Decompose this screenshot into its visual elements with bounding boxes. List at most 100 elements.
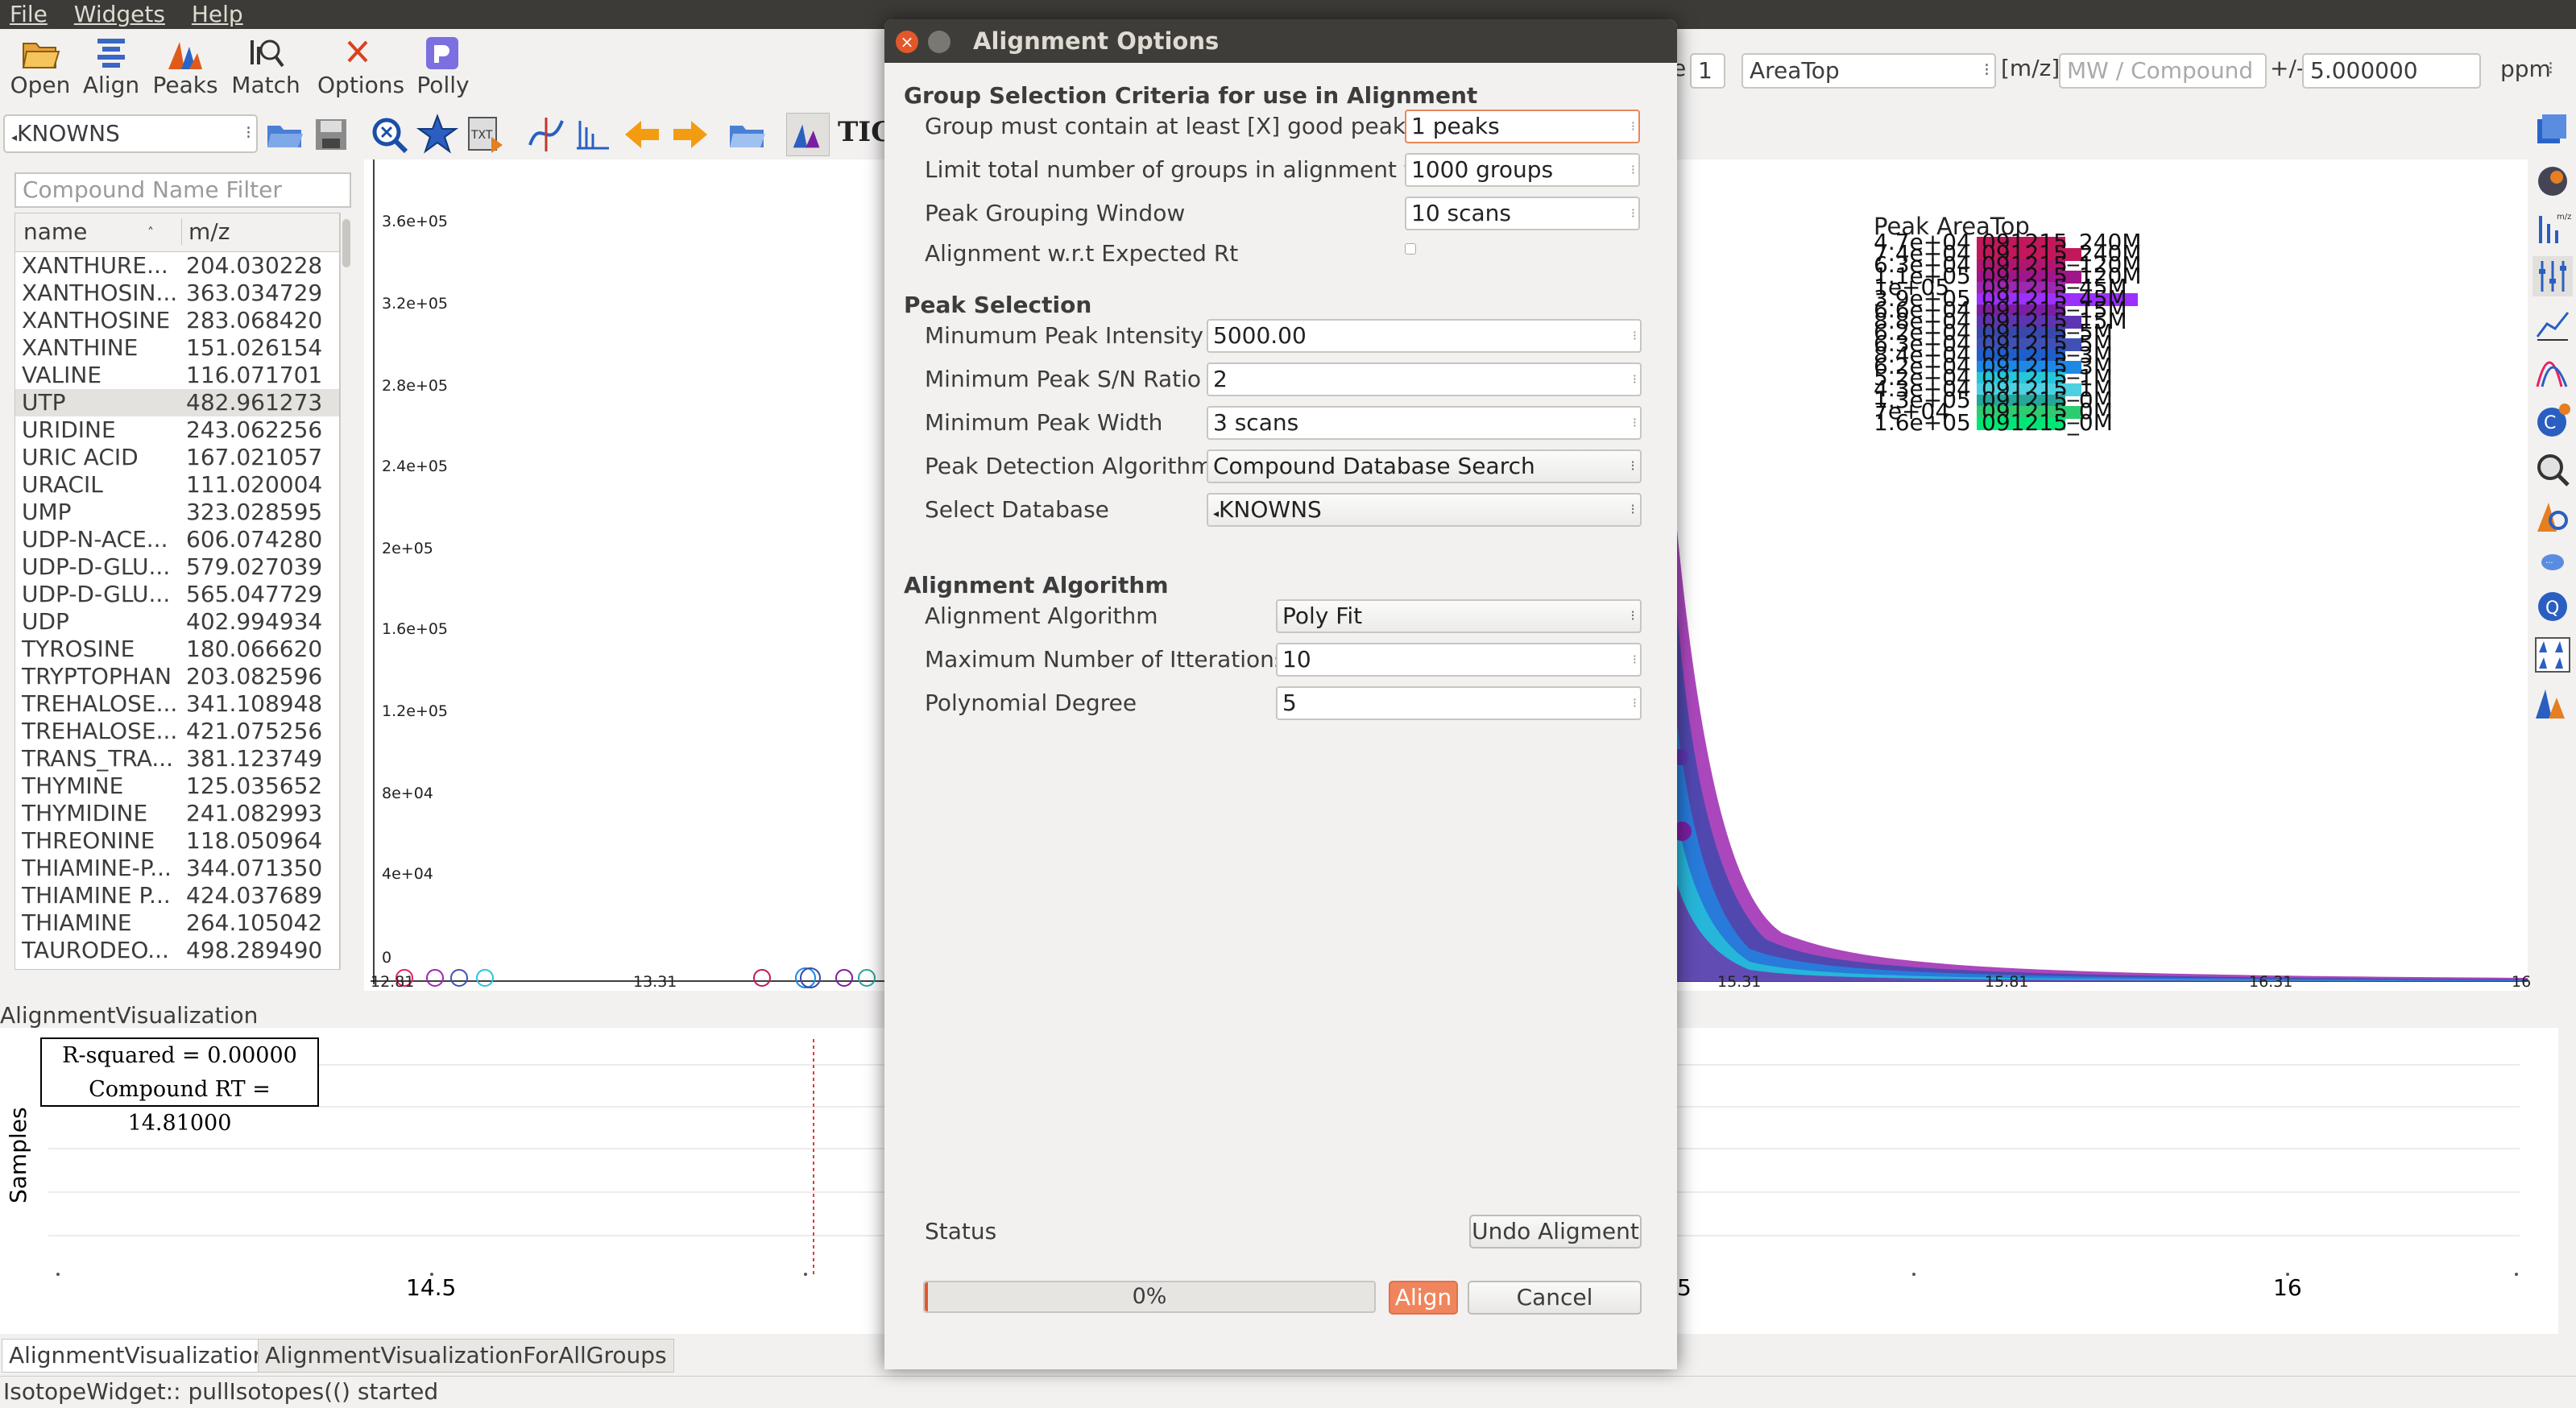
menu-help[interactable]: Help — [182, 0, 253, 29]
min-intensity-field[interactable]: 5000.00 ⁝ — [1207, 319, 1642, 353]
chat-icon[interactable]: ··· — [2533, 543, 2573, 583]
table-row[interactable]: THIAMINE-P... 344.071350 — [15, 855, 339, 882]
group-min-peaks-field[interactable]: 1 peaks ⁝ — [1405, 110, 1640, 143]
table-row[interactable]: XANTHURE... 204.030228 — [15, 252, 339, 280]
table-row[interactable]: TYROSINE 180.066620 — [15, 636, 339, 663]
table-row[interactable]: TRANS_TRA... 381.123749 — [15, 745, 339, 772]
spectra-widget-icon[interactable] — [2533, 161, 2573, 201]
table-row[interactable]: URIDINE 243.062256 — [15, 416, 339, 444]
mz-column-header[interactable]: m/z — [181, 218, 230, 245]
open-samples-icon[interactable] — [725, 113, 768, 156]
spinner-icon[interactable]: ⁝ — [1633, 364, 1637, 395]
tab-alignment-visualization-all-groups[interactable]: AlignmentVisualizationForAllGroups — [258, 1339, 674, 1373]
spinner-icon[interactable]: ⁝ — [1631, 111, 1635, 142]
peaks-button[interactable]: Peaks — [145, 32, 226, 103]
menu-widgets[interactable]: Widgets — [64, 0, 175, 29]
polynomial-degree-field[interactable]: 5 ⁝ — [1276, 686, 1642, 720]
spline-icon[interactable] — [525, 113, 569, 156]
alignment-algorithm-select[interactable]: Poly Fit ⁝ — [1276, 599, 1642, 633]
zoom-search-icon[interactable] — [367, 113, 411, 156]
undo-alignment-button[interactable]: Undo Aligment — [1469, 1215, 1642, 1249]
table-row[interactable]: TAURODEO... 498.289490 — [15, 937, 339, 964]
mw-compound-input[interactable]: MW / Compound — [2059, 53, 2267, 89]
table-row[interactable]: VALINE 116.071701 — [15, 362, 339, 389]
spinner-icon[interactable]: ⁝ — [1631, 155, 1635, 185]
arrow-right-icon[interactable] — [669, 113, 712, 156]
overlay-peaks-icon[interactable] — [2533, 353, 2573, 393]
spectra-icon[interactable] — [572, 113, 615, 156]
bookmark-star-icon[interactable] — [416, 113, 459, 156]
spinner-icon[interactable]: ⁝ — [1633, 644, 1637, 675]
isotope-icon[interactable] — [2533, 496, 2573, 536]
x-tick-label: 16.31 — [2249, 973, 2293, 991]
menu-file[interactable]: File — [0, 0, 57, 29]
expected-rt-checkbox[interactable] — [1405, 243, 1416, 255]
options-button[interactable]: Options — [317, 32, 404, 103]
table-row[interactable]: THYMINE 125.035652 — [15, 772, 339, 800]
spinner-icon[interactable]: ⁝ — [1633, 408, 1637, 438]
table-row[interactable]: THIAMINE P... 424.037689 — [15, 882, 339, 909]
svg-text:Q: Q — [2545, 598, 2559, 619]
mass-spec-icon[interactable]: m/z — [2533, 208, 2573, 248]
minimize-icon[interactable] — [928, 31, 950, 53]
min-width-field[interactable]: 3 scans ⁝ — [1207, 406, 1642, 440]
table-row[interactable]: URACIL 111.020004 — [15, 471, 339, 499]
select-database-select[interactable]: ◂KNOWNS ⁝ — [1207, 493, 1642, 527]
close-icon[interactable]: × — [896, 31, 918, 53]
compound-scrollbar[interactable] — [340, 213, 353, 970]
align-button[interactable]: Align — [1389, 1281, 1458, 1315]
charge-input[interactable]: 1 — [1690, 53, 1725, 89]
table-row[interactable]: TREHALOSE... 341.108948 — [15, 690, 339, 718]
sliders-icon[interactable] — [2533, 256, 2573, 296]
tic-chart-icon[interactable] — [786, 113, 830, 156]
unit-select[interactable]: ppm ⁝ — [2494, 53, 2558, 89]
grouping-window-field[interactable]: 10 scans ⁝ — [1405, 197, 1640, 230]
table-row[interactable]: UDP-D-GLU... 579.027039 — [15, 553, 339, 581]
table-row[interactable]: UDP-D-GLU... 565.047729 — [15, 581, 339, 608]
compound-c-icon[interactable]: C — [2533, 401, 2573, 441]
quant-type-select[interactable]: AreaTop ⁝ — [1741, 53, 1996, 89]
compound-filter-input[interactable]: Compound Name Filter — [14, 172, 351, 208]
match-button[interactable]: Match — [226, 32, 306, 103]
gallery-icon[interactable] — [2533, 635, 2573, 675]
limit-groups-field[interactable]: 1000 groups ⁝ — [1405, 153, 1640, 187]
table-row[interactable]: UDP-N-ACE... 606.074280 — [15, 526, 339, 553]
cancel-button[interactable]: Cancel — [1468, 1281, 1642, 1315]
table-row[interactable]: XANTHOSIN... 363.034729 — [15, 280, 339, 307]
search-peaks-icon[interactable] — [2533, 449, 2573, 490]
spinner-icon[interactable]: ⁝ — [1633, 688, 1637, 718]
open-button[interactable]: Open — [0, 32, 81, 103]
arrow-left-icon[interactable] — [620, 113, 664, 156]
tab-alignment-visualization[interactable]: AlignmentVisualization — [2, 1339, 275, 1373]
export-txt-icon[interactable]: TXT — [464, 113, 507, 156]
min-sn-field[interactable]: 2 ⁝ — [1207, 362, 1642, 396]
tolerance-input[interactable]: 5.000000 — [2302, 53, 2481, 89]
table-row[interactable]: XANTHINE 151.026154 — [15, 334, 339, 362]
spinner-icon[interactable]: ⁝ — [1631, 198, 1635, 229]
table-row[interactable]: THYMIDINE 241.082993 — [15, 800, 339, 827]
detection-algorithm-select[interactable]: Compound Database Search ⁝ — [1207, 449, 1642, 483]
table-row[interactable]: XANTHOSINE 283.068420 — [15, 307, 339, 334]
samples-icon[interactable] — [2533, 111, 2573, 151]
max-iterations-field[interactable]: 10 ⁝ — [1276, 643, 1642, 677]
table-row[interactable]: THREONINE 118.050964 — [15, 827, 339, 855]
spinner-icon[interactable]: ⁝ — [1633, 321, 1637, 351]
open-folder-icon[interactable] — [263, 113, 306, 156]
table-row[interactable]: TRYPTOPHAN 203.082596 — [15, 663, 339, 690]
table-row[interactable]: UTP 482.961273 — [15, 389, 339, 416]
scroll-thumb[interactable] — [342, 219, 350, 267]
table-row[interactable]: TREHALOSE... 421.075256 — [15, 718, 339, 745]
table-row[interactable]: URIC ACID 167.021057 — [15, 444, 339, 471]
name-column-header[interactable]: name — [23, 218, 87, 245]
y-tick-label: 4e+04 — [382, 865, 433, 883]
table-row[interactable]: THIAMINE 264.105042 — [15, 909, 339, 937]
table-row[interactable]: UMP 323.028595 — [15, 499, 339, 526]
database-select[interactable]: ◂KNOWNS ⁝ — [3, 114, 258, 153]
polly-button[interactable]: Polly — [403, 32, 483, 103]
peak-shape-icon[interactable] — [2533, 683, 2573, 723]
align-button[interactable]: Align — [71, 32, 151, 103]
save-icon[interactable] — [309, 113, 353, 156]
query-icon[interactable]: Q — [2533, 586, 2573, 627]
table-row[interactable]: UDP 402.994934 — [15, 608, 339, 636]
line-chart-icon[interactable] — [2533, 304, 2573, 345]
